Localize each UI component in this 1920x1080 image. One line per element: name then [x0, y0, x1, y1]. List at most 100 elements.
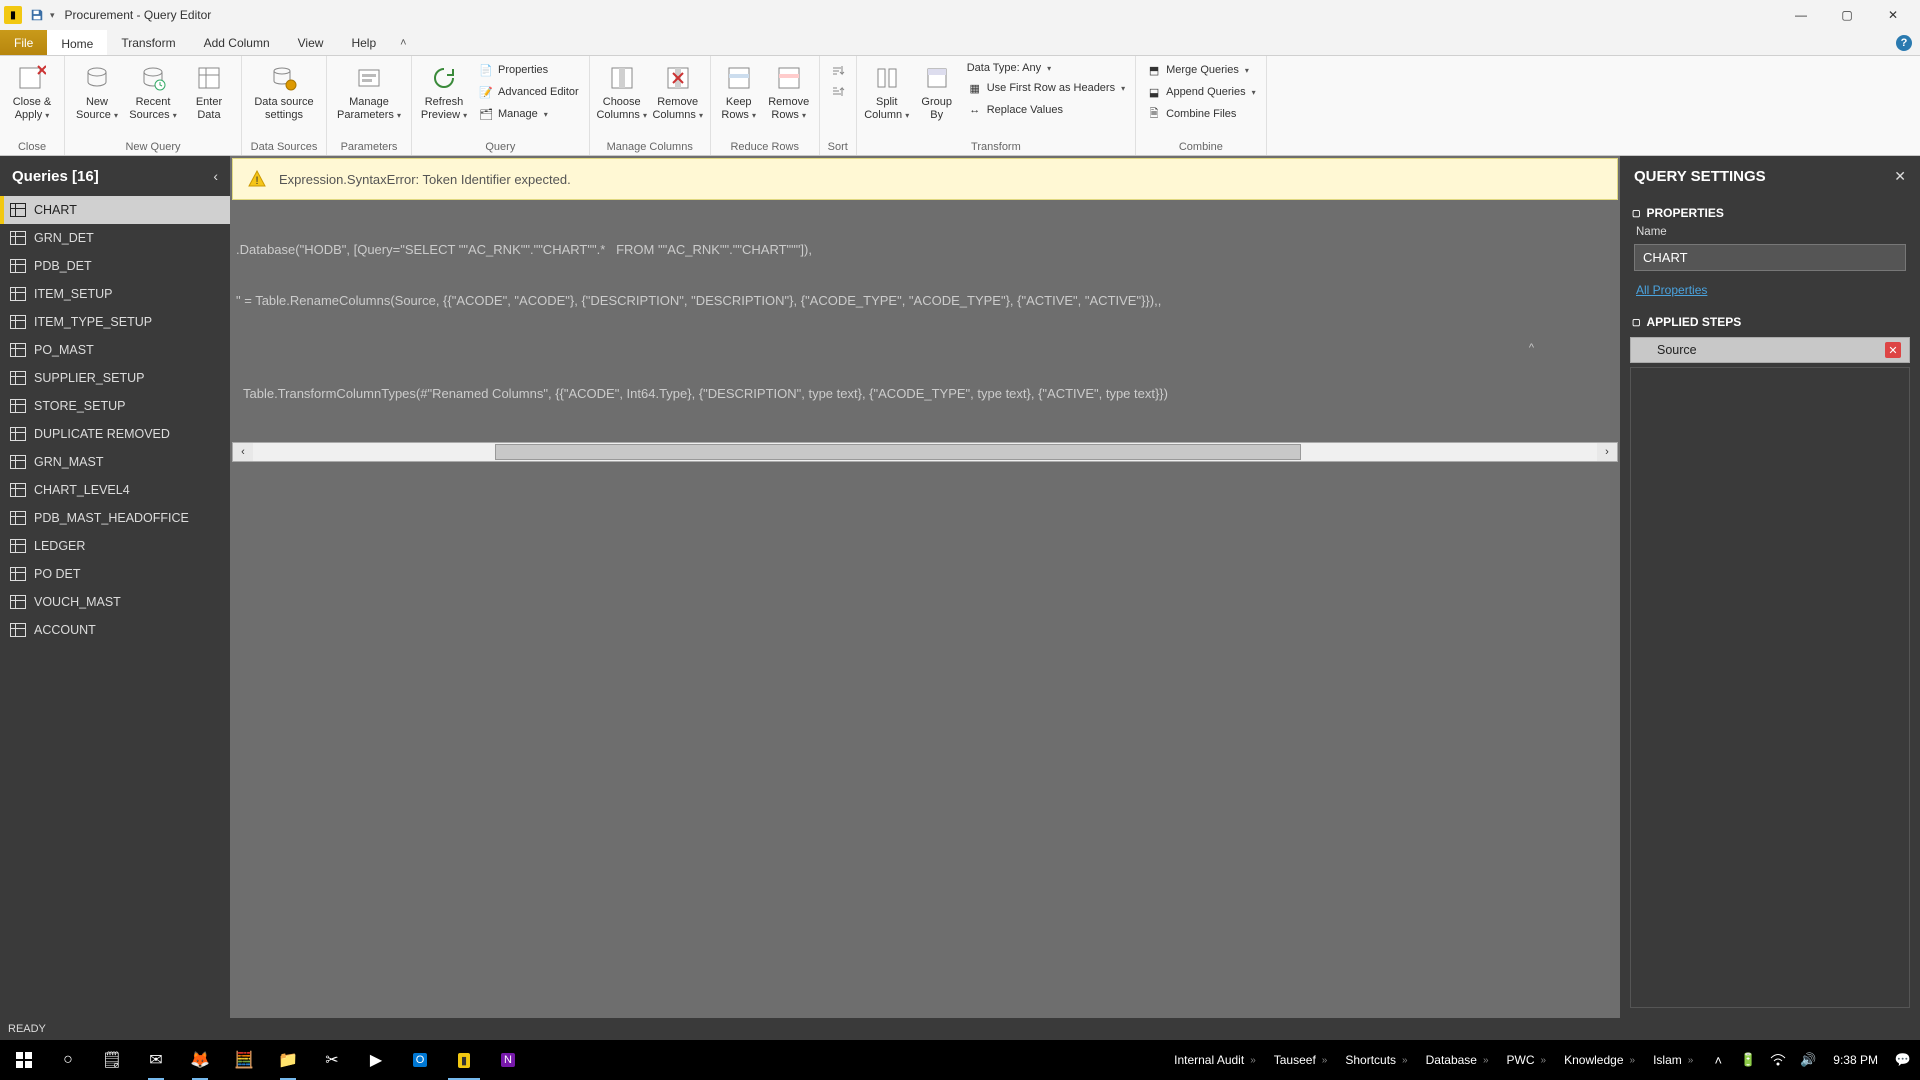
- merge-queries-button[interactable]: ⬒Merge Queries▾: [1142, 60, 1260, 80]
- taskbar-pin[interactable]: Islam»: [1645, 1053, 1703, 1067]
- query-item[interactable]: PO DET: [0, 560, 230, 588]
- query-item[interactable]: LEDGER: [0, 532, 230, 560]
- cortana-icon[interactable]: ○: [46, 1040, 90, 1080]
- scroll-track[interactable]: [253, 443, 1597, 461]
- applied-step[interactable]: Source✕: [1630, 337, 1910, 363]
- query-item[interactable]: STORE_SETUP: [0, 392, 230, 420]
- tab-view[interactable]: View: [284, 30, 338, 55]
- applied-steps-section-header[interactable]: ▢APPLIED STEPS: [1620, 305, 1920, 333]
- qat-dropdown-icon[interactable]: ▾: [50, 10, 55, 21]
- group-by-button[interactable]: Group By: [915, 58, 959, 121]
- ribbon-group-new-query: New Source ▾ Recent Sources ▾ Enter Data…: [65, 56, 242, 155]
- data-source-settings-button[interactable]: Data source settings: [248, 58, 320, 121]
- query-item[interactable]: PDB_MAST_HEADOFFICE: [0, 504, 230, 532]
- clock[interactable]: 9:38 PM: [1823, 1053, 1888, 1067]
- query-item[interactable]: SUPPLIER_SETUP: [0, 364, 230, 392]
- query-item[interactable]: ITEM_SETUP: [0, 280, 230, 308]
- tab-transform[interactable]: Transform: [107, 30, 189, 55]
- sticky-notes-icon[interactable]: 🗒: [90, 1040, 134, 1080]
- remove-rows-button[interactable]: Remove Rows ▾: [765, 58, 813, 121]
- choose-columns-button[interactable]: Choose Columns ▾: [596, 58, 648, 121]
- scroll-thumb[interactable]: [495, 444, 1301, 460]
- taskbar-pin[interactable]: Knowledge»: [1556, 1053, 1645, 1067]
- tab-file[interactable]: File: [0, 30, 47, 55]
- tab-home[interactable]: Home: [47, 30, 107, 55]
- query-item[interactable]: CHART: [0, 196, 230, 224]
- tab-add-column[interactable]: Add Column: [190, 30, 284, 55]
- sort-asc-button[interactable]: [826, 60, 850, 80]
- horizontal-scrollbar[interactable]: ‹ ›: [232, 442, 1618, 462]
- split-column-button[interactable]: Split Column ▾: [863, 58, 911, 121]
- query-item[interactable]: DUPLICATE REMOVED: [0, 420, 230, 448]
- manage-parameters-button[interactable]: Manage Parameters ▾: [333, 58, 405, 121]
- close-settings-button[interactable]: ✕: [1894, 168, 1906, 185]
- minimize-button[interactable]: —: [1778, 0, 1824, 30]
- outlook-icon[interactable]: O: [398, 1040, 442, 1080]
- scroll-left-button[interactable]: ‹: [233, 443, 253, 461]
- start-button[interactable]: [2, 1040, 46, 1080]
- onenote-icon[interactable]: N: [486, 1040, 530, 1080]
- combine-files-button[interactable]: 🗎Combine Files: [1142, 104, 1260, 124]
- query-item[interactable]: PDB_DET: [0, 252, 230, 280]
- enter-data-button[interactable]: Enter Data: [183, 58, 235, 121]
- ribbon-group-data-sources: Data source settings Data Sources: [242, 56, 327, 155]
- taskbar-pin[interactable]: Tauseef»: [1266, 1053, 1338, 1067]
- all-properties-link[interactable]: All Properties: [1636, 283, 1707, 297]
- sort-desc-button[interactable]: [826, 82, 850, 102]
- ribbon-group-close: Close & Apply ▾ Close: [0, 56, 65, 155]
- file-explorer-icon[interactable]: 📁: [266, 1040, 310, 1080]
- show-hidden-icons[interactable]: ˄: [1703, 1040, 1733, 1080]
- media-player-icon[interactable]: ▶: [354, 1040, 398, 1080]
- query-name-input[interactable]: [1634, 244, 1906, 271]
- maximize-button[interactable]: ▢: [1824, 0, 1870, 30]
- battery-icon[interactable]: 🔋: [1733, 1040, 1763, 1080]
- manage-button[interactable]: 🗂Manage▾: [474, 104, 583, 124]
- taskbar-pin[interactable]: Internal Audit»: [1166, 1053, 1266, 1067]
- wifi-icon[interactable]: [1763, 1040, 1793, 1080]
- taskbar-pin[interactable]: PWC»: [1499, 1053, 1557, 1067]
- taskbar-pin[interactable]: Shortcuts»: [1337, 1053, 1417, 1067]
- scroll-right-button[interactable]: ›: [1597, 443, 1617, 461]
- table-icon: [10, 511, 26, 525]
- properties-button[interactable]: 📄Properties: [474, 60, 583, 80]
- remove-columns-button[interactable]: Remove Columns ▾: [652, 58, 704, 121]
- snipping-tool-icon[interactable]: ✂: [310, 1040, 354, 1080]
- mail-icon[interactable]: ✉: [134, 1040, 178, 1080]
- query-item-label: ITEM_TYPE_SETUP: [34, 315, 152, 329]
- collapse-queries-icon[interactable]: ‹: [213, 168, 218, 184]
- action-center-icon[interactable]: 💬: [1888, 1040, 1918, 1080]
- query-item[interactable]: VOUCH_MAST: [0, 588, 230, 616]
- close-button[interactable]: ✕: [1870, 0, 1916, 30]
- tab-help[interactable]: Help: [337, 30, 390, 55]
- group-label-new-query: New Query: [71, 139, 235, 155]
- replace-values-button[interactable]: ↔Replace Values: [963, 100, 1129, 120]
- recent-sources-button[interactable]: Recent Sources ▾: [127, 58, 179, 121]
- query-item[interactable]: GRN_DET: [0, 224, 230, 252]
- firefox-icon[interactable]: 🦊: [178, 1040, 222, 1080]
- save-icon[interactable]: [28, 6, 46, 24]
- keep-rows-button[interactable]: Keep Rows ▾: [717, 58, 761, 121]
- taskbar-pin[interactable]: Database»: [1418, 1053, 1499, 1067]
- calculator-icon[interactable]: 🧮: [222, 1040, 266, 1080]
- collapse-ribbon-icon[interactable]: ˄: [390, 30, 416, 55]
- query-item[interactable]: CHART_LEVEL4: [0, 476, 230, 504]
- refresh-preview-button[interactable]: Refresh Preview ▾: [418, 58, 470, 121]
- table-icon: [10, 623, 26, 637]
- query-item[interactable]: GRN_MAST: [0, 448, 230, 476]
- volume-icon[interactable]: 🔊: [1793, 1040, 1823, 1080]
- advanced-editor-button[interactable]: 📝Advanced Editor: [474, 82, 583, 102]
- close-apply-button[interactable]: Close & Apply ▾: [6, 58, 58, 121]
- help-icon[interactable]: ?: [1896, 30, 1920, 55]
- data-type-button[interactable]: Data Type: Any▾: [963, 60, 1129, 76]
- code-line: .Database("HODB", [Query="SELECT ""AC_RN…: [236, 240, 1614, 261]
- delete-step-button[interactable]: ✕: [1885, 342, 1901, 358]
- properties-section-header[interactable]: ▢PROPERTIES: [1620, 196, 1920, 224]
- query-item[interactable]: PO_MAST: [0, 336, 230, 364]
- code-area[interactable]: .Database("HODB", [Query="SELECT ""AC_RN…: [230, 202, 1620, 442]
- first-row-headers-button[interactable]: ▦Use First Row as Headers▾: [963, 78, 1129, 98]
- powerbi-icon[interactable]: ▮: [442, 1040, 486, 1080]
- new-source-button[interactable]: New Source ▾: [71, 58, 123, 121]
- query-item[interactable]: ACCOUNT: [0, 616, 230, 644]
- append-queries-button[interactable]: ⬓Append Queries▾: [1142, 82, 1260, 102]
- query-item[interactable]: ITEM_TYPE_SETUP: [0, 308, 230, 336]
